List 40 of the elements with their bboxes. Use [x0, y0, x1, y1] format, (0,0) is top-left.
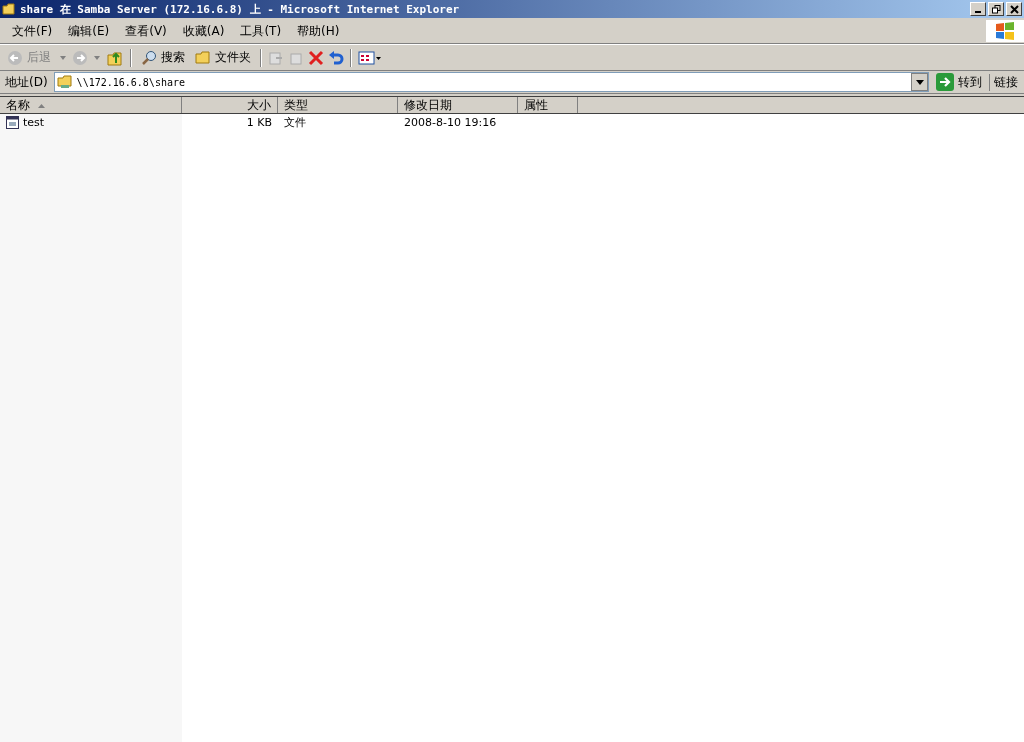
- search-button[interactable]: 搜索: [138, 49, 188, 66]
- menu-item[interactable]: 查看(V): [117, 22, 175, 40]
- menu-item[interactable]: 工具(T): [232, 22, 290, 40]
- window-title: share 在 Samba Server (172.16.6.8) 上 - Microsoft Internet Explorer: [20, 1, 460, 17]
- network-folder-icon: [56, 74, 73, 90]
- column-header[interactable]: 属性: [518, 97, 578, 113]
- move-to-icon[interactable]: [268, 49, 284, 66]
- delete-icon[interactable]: [308, 49, 324, 66]
- file-name[interactable]: test: [23, 116, 45, 129]
- search-icon: [141, 49, 157, 66]
- caret-icon[interactable]: [94, 55, 100, 60]
- column-header[interactable]: 修改日期: [398, 97, 518, 113]
- windows-logo-icon: [986, 20, 1024, 42]
- folder-icon: [195, 50, 211, 65]
- links-button[interactable]: 链接: [989, 73, 1022, 91]
- restore-icon: [991, 4, 1001, 14]
- restore-button[interactable]: [988, 2, 1004, 16]
- file-size: 1 KB: [246, 116, 272, 129]
- right-arrow-icon: [936, 73, 954, 91]
- folders-button[interactable]: 文件夹: [192, 49, 254, 66]
- minimize-button[interactable]: [970, 2, 986, 16]
- file-type: 文件: [284, 115, 306, 130]
- column-header[interactable]: 类型: [278, 97, 398, 113]
- sort-ascending-icon: [38, 103, 45, 108]
- close-icon: [1009, 4, 1019, 14]
- address-label: 地址(D): [4, 73, 49, 91]
- modified-date: 2008-8-10 19:16: [404, 116, 497, 129]
- menu-item[interactable]: 文件(F): [4, 22, 61, 40]
- menu-item[interactable]: 编辑(E): [60, 22, 118, 40]
- column-header[interactable]: 名称: [0, 97, 182, 113]
- close-button[interactable]: [1006, 2, 1022, 16]
- address-field[interactable]: \\172.16.6.8\share: [53, 72, 929, 92]
- column-header[interactable]: 大小: [182, 97, 278, 113]
- menu-item[interactable]: 帮助(H): [289, 22, 348, 40]
- caret-icon[interactable]: [60, 55, 66, 60]
- folder-icon: [2, 2, 16, 16]
- undo-icon[interactable]: [328, 49, 344, 66]
- views-icon[interactable]: [358, 49, 382, 66]
- go-button[interactable]: 转到: [932, 73, 986, 91]
- menu-item[interactable]: 收藏(A): [174, 22, 233, 40]
